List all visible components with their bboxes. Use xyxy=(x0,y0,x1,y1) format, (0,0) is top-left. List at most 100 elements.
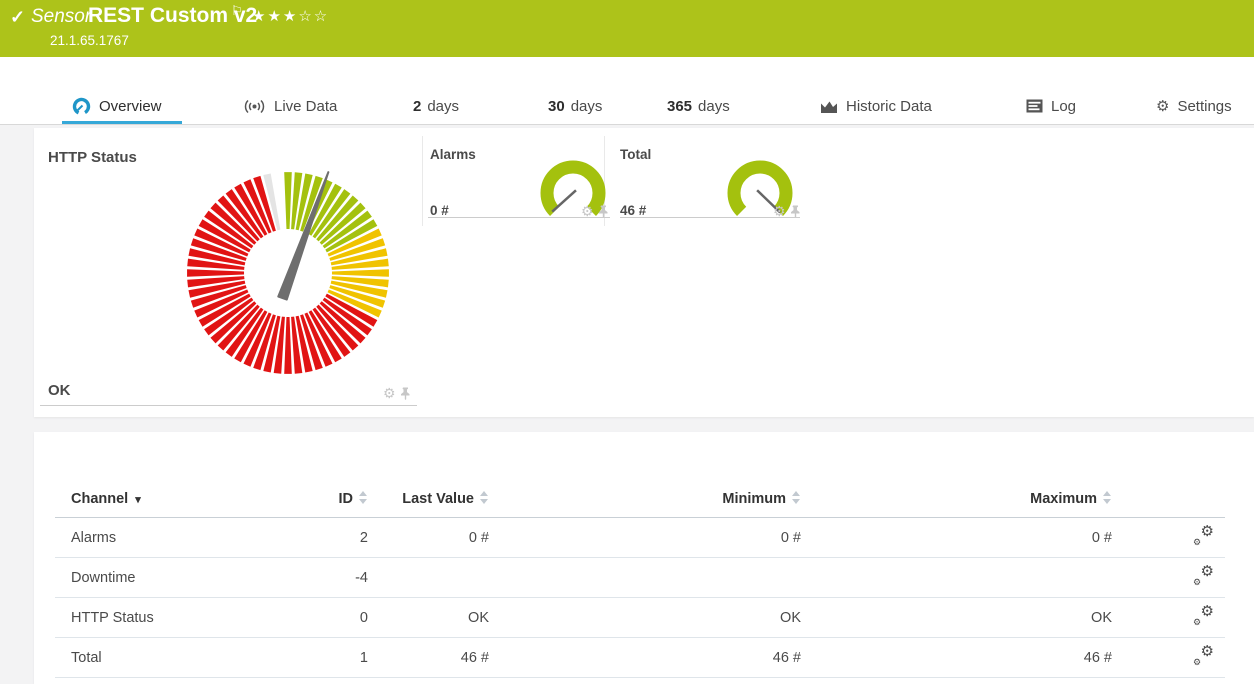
tab-label: Overview xyxy=(99,98,162,115)
channels-table: Channel▾ ID Last Value Minimum Maximum A… xyxy=(55,480,1225,678)
sort-arrows-icon xyxy=(1103,491,1112,504)
total-value: 46 # xyxy=(620,203,646,218)
table-header-row: Channel▾ ID Last Value Minimum Maximum xyxy=(55,480,1225,518)
cell-channel: Total xyxy=(55,638,290,678)
cell-minimum: 0 # xyxy=(495,518,807,558)
flag-icon[interactable]: ⚐ xyxy=(231,3,243,19)
version-label: 21.1.65.1767 xyxy=(50,33,129,48)
live-broadcast-icon xyxy=(243,99,266,114)
cell-id: 1 xyxy=(290,638,375,678)
column-header-minimum[interactable]: Minimum xyxy=(495,480,807,518)
cell-last-value: 46 # xyxy=(375,638,495,678)
column-header-last-value[interactable]: Last Value xyxy=(375,480,495,518)
column-header-maximum[interactable]: Maximum xyxy=(807,480,1118,518)
total-gauge-divider xyxy=(620,217,800,218)
gauge-icon xyxy=(72,97,91,116)
cell-id: -4 xyxy=(290,558,375,598)
tab-settings[interactable]: ⚙︎ Settings xyxy=(1156,88,1232,124)
http-gauge-divider xyxy=(40,405,417,406)
alarms-gauge-divider xyxy=(428,217,610,218)
stars-empty[interactable]: ☆☆ xyxy=(298,8,329,25)
total-gauge-title: Total xyxy=(620,147,651,162)
tab-label: Historic Data xyxy=(846,98,932,115)
pin-icon[interactable] xyxy=(790,205,801,218)
cell-id: 0 xyxy=(290,598,375,638)
cell-minimum xyxy=(495,558,807,598)
sensor-status-banner: ✓ Sensor REST Custom v2 ⚐ ★★★☆☆ 21.1.65.… xyxy=(0,0,1254,57)
tab-2-days[interactable]: 2 days xyxy=(413,88,459,124)
cell-maximum: 0 # xyxy=(807,518,1118,558)
tab-log[interactable]: Log xyxy=(1026,88,1076,124)
channel-settings-icon[interactable]: ⚙︎⚙︎ xyxy=(1193,647,1214,665)
alarms-gauge-actions: ⚙︎ xyxy=(581,204,609,218)
tab-overview[interactable]: Overview xyxy=(72,88,162,124)
table-row-total: Total 1 46 # 46 # 46 # ⚙︎⚙︎ xyxy=(55,638,1225,678)
sort-arrows-icon xyxy=(359,491,368,504)
object-kind-label: Sensor xyxy=(31,6,91,28)
cell-channel: Alarms xyxy=(55,518,290,558)
tab-label: Log xyxy=(1051,98,1076,115)
alarms-gauge-title: Alarms xyxy=(430,147,476,162)
cell-separator xyxy=(422,136,423,226)
cell-maximum: 46 # xyxy=(807,638,1118,678)
sort-caret-icon: ▾ xyxy=(135,494,141,506)
alarms-value: 0 # xyxy=(430,203,449,218)
http-status-gauge xyxy=(170,155,406,391)
tab-live-data[interactable]: Live Data xyxy=(243,88,337,124)
tab-label: days xyxy=(427,98,459,115)
gauge-settings-icon[interactable]: ⚙︎ xyxy=(581,204,594,218)
tab-label: days xyxy=(698,98,730,115)
pin-icon[interactable] xyxy=(598,205,609,218)
cell-id: 2 xyxy=(290,518,375,558)
stars-filled[interactable]: ★★★ xyxy=(252,8,298,25)
area-chart-icon xyxy=(820,99,838,114)
http-status-value: OK xyxy=(48,382,71,399)
http-status-gauge-title: HTTP Status xyxy=(48,149,137,166)
tab-label: Settings xyxy=(1177,98,1231,115)
cell-actions: ⚙︎⚙︎ xyxy=(1118,518,1225,558)
cell-actions: ⚙︎⚙︎ xyxy=(1118,558,1225,598)
prtg-sensor-page: ✓ Sensor REST Custom v2 ⚐ ★★★☆☆ 21.1.65.… xyxy=(0,0,1254,684)
column-header-channel[interactable]: Channel▾ xyxy=(55,480,290,518)
cell-actions: ⚙︎⚙︎ xyxy=(1118,598,1225,638)
sort-arrows-icon xyxy=(792,491,801,504)
priority-stars[interactable]: ★★★☆☆ xyxy=(252,7,329,25)
channel-settings-icon[interactable]: ⚙︎⚙︎ xyxy=(1193,567,1214,585)
column-header-id[interactable]: ID xyxy=(290,480,375,518)
cell-last-value xyxy=(375,558,495,598)
cell-channel: Downtime xyxy=(55,558,290,598)
tab-number: 2 xyxy=(413,98,421,115)
tab-number: 365 xyxy=(667,98,692,115)
tab-label: Live Data xyxy=(274,98,337,115)
table-row-alarms: Alarms 2 0 # 0 # 0 # ⚙︎⚙︎ xyxy=(55,518,1225,558)
total-gauge-actions: ⚙︎ xyxy=(773,204,801,218)
cell-last-value: OK xyxy=(375,598,495,638)
tab-number: 30 xyxy=(548,98,565,115)
table-row-http-status: HTTP Status 0 OK OK OK ⚙︎⚙︎ xyxy=(55,598,1225,638)
gear-icon: ⚙︎ xyxy=(1156,97,1169,115)
gauge-settings-icon[interactable]: ⚙︎ xyxy=(773,204,786,218)
status-check-icon: ✓ xyxy=(10,7,25,28)
tab-30-days[interactable]: 30 days xyxy=(548,88,602,124)
gauge-settings-icon[interactable]: ⚙︎ xyxy=(383,386,396,400)
gauges-panel: HTTP Status OK ⚙︎ Alarms 0 # ⚙︎ Total 46… xyxy=(34,128,1254,417)
cell-actions: ⚙︎⚙︎ xyxy=(1118,638,1225,678)
cell-last-value: 0 # xyxy=(375,518,495,558)
channels-panel: Channel▾ ID Last Value Minimum Maximum A… xyxy=(34,432,1254,684)
table-row-downtime: Downtime -4 ⚙︎⚙︎ xyxy=(55,558,1225,598)
cell-minimum: 46 # xyxy=(495,638,807,678)
sort-arrows-icon xyxy=(480,491,489,504)
cell-maximum xyxy=(807,558,1118,598)
tab-label: days xyxy=(571,98,603,115)
cell-maximum: OK xyxy=(807,598,1118,638)
tab-bar: Overview Live Data 2 days 30 days 365 xyxy=(0,88,1254,125)
channel-settings-icon[interactable]: ⚙︎⚙︎ xyxy=(1193,607,1214,625)
log-list-icon xyxy=(1026,99,1043,113)
tab-historic-data[interactable]: Historic Data xyxy=(820,88,932,124)
column-header-actions xyxy=(1118,480,1225,518)
tab-365-days[interactable]: 365 days xyxy=(667,88,730,124)
cell-channel: HTTP Status xyxy=(55,598,290,638)
cell-minimum: OK xyxy=(495,598,807,638)
channel-settings-icon[interactable]: ⚙︎⚙︎ xyxy=(1193,527,1214,545)
pin-icon[interactable] xyxy=(400,387,411,400)
